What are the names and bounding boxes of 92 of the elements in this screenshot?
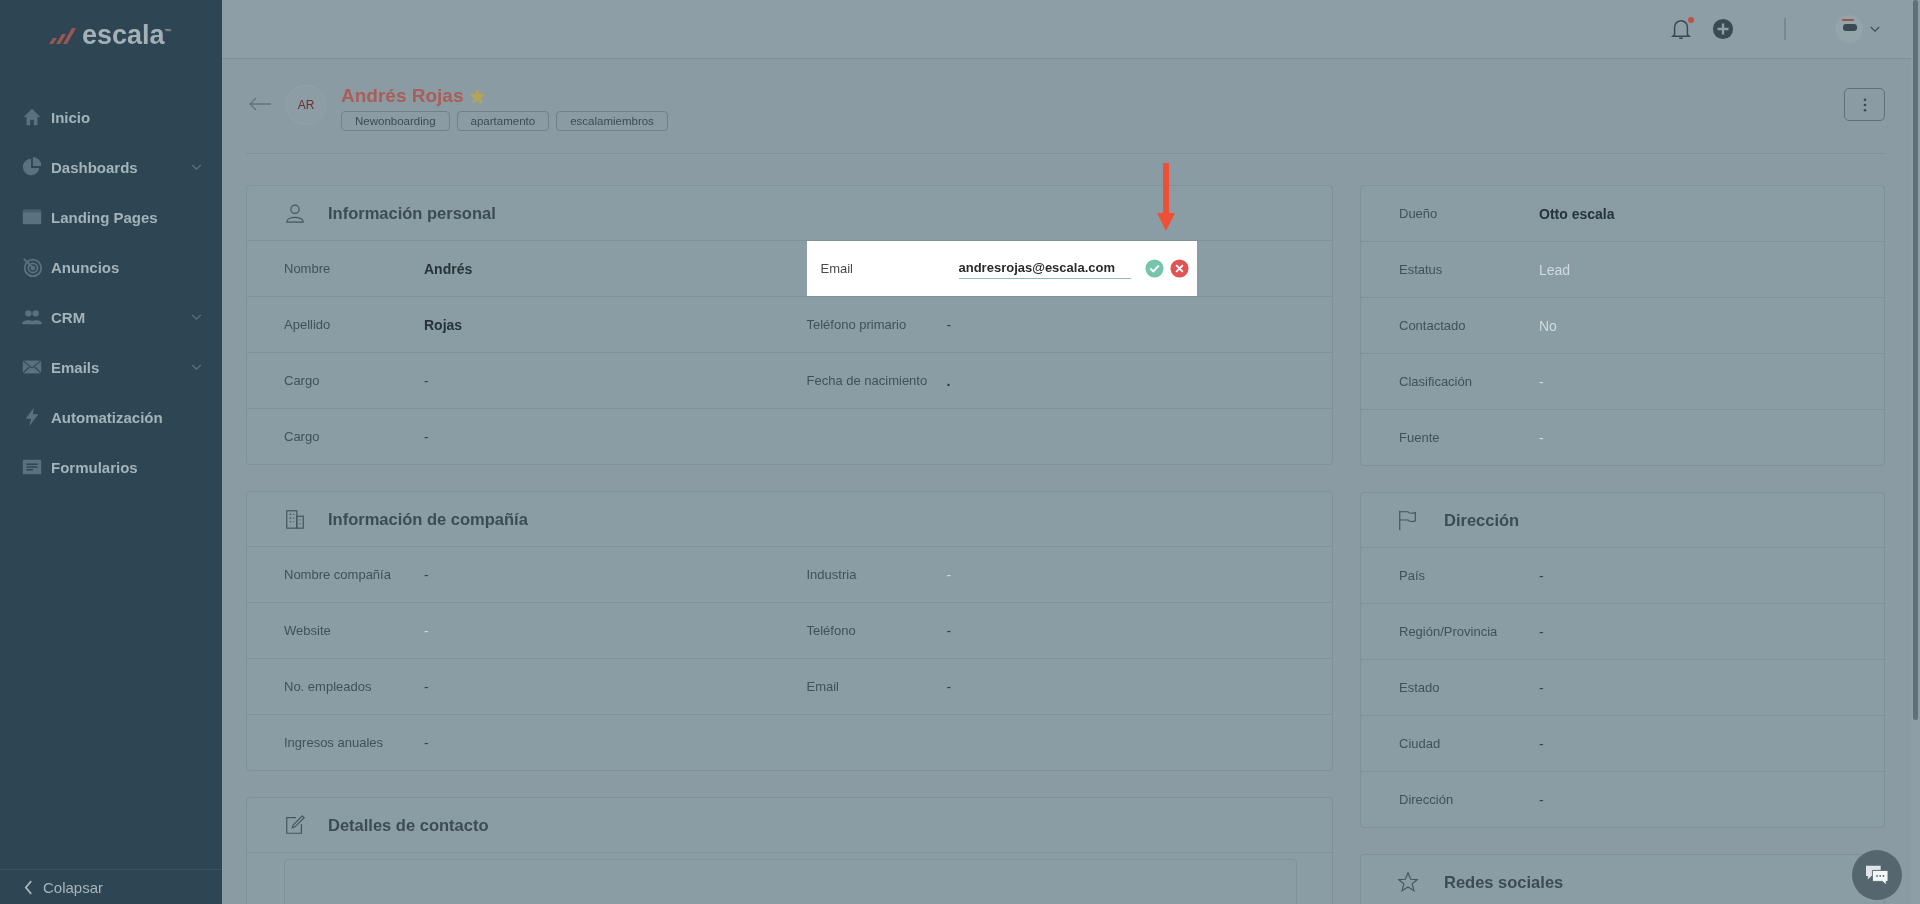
field-label: Apellido	[284, 317, 332, 332]
field-label: Clasificación	[1399, 374, 1473, 389]
bell-icon	[1670, 17, 1692, 41]
field-value: -	[424, 622, 429, 639]
chat-button[interactable]	[1852, 850, 1902, 900]
field-label: Industria	[806, 567, 858, 582]
card-title: Información de compañía	[328, 509, 528, 529]
field-label: Dirección	[1399, 792, 1455, 807]
field-label: Nombre	[284, 261, 332, 276]
field-value: -	[1539, 623, 1544, 640]
field-value: -	[1539, 735, 1544, 752]
chevron-down-icon	[1870, 25, 1880, 33]
field-value: -	[424, 678, 429, 695]
nav-item[interactable]: Inicio	[0, 92, 222, 142]
field-label: País	[1399, 568, 1426, 583]
avatar-icon	[1834, 14, 1864, 44]
field-label: Teléfono primario	[806, 317, 908, 332]
home-icon	[21, 106, 43, 128]
field-label: Ciudad	[1399, 736, 1442, 751]
field-value: No	[1539, 317, 1557, 334]
confirm-check-icon[interactable]	[1144, 258, 1164, 278]
field-label: Estado	[1399, 680, 1441, 695]
kebab-icon	[1862, 97, 1867, 112]
star-outline-icon	[1397, 871, 1419, 893]
flag-icon	[1397, 509, 1419, 531]
field-value: -	[946, 566, 952, 583]
field-value: Lead	[1539, 261, 1571, 278]
edit-icon	[284, 814, 306, 836]
chat-bubbles-icon	[1864, 864, 1890, 886]
field-value: -	[1539, 567, 1544, 584]
field-label: Fecha de nacimiento	[806, 373, 929, 388]
pointer-arrow	[1156, 162, 1175, 231]
logo-icon	[46, 25, 78, 45]
field-value: -	[1539, 679, 1544, 696]
field-label: Estatus	[1399, 262, 1444, 277]
nav-item[interactable]: Landing Pages	[0, 192, 222, 242]
nav-item[interactable]: Anuncios	[0, 242, 222, 292]
target-icon	[21, 256, 43, 278]
star-icon[interactable]	[469, 87, 487, 105]
field-label: No. empleados	[284, 679, 373, 694]
card-title: Información personal	[328, 203, 496, 223]
card-title: Redes sociales	[1444, 872, 1564, 892]
field-label: Cargo	[284, 373, 321, 388]
contact-name: Andrés Rojas	[341, 85, 464, 107]
collapse-button[interactable]: Colapsar	[0, 869, 222, 904]
more-options-button[interactable]	[1844, 88, 1885, 121]
field-value: -	[1539, 429, 1544, 446]
field-label: Website	[284, 623, 332, 638]
field-value: -	[424, 566, 429, 583]
field-value: -	[424, 734, 429, 751]
card-title: Dirección	[1444, 510, 1520, 530]
notifications-button[interactable]	[1670, 17, 1692, 41]
logo-text: escala$^{™}$	[82, 19, 172, 51]
field-label: Teléfono	[806, 623, 857, 638]
field-value: Otto escala	[1539, 205, 1615, 222]
field-label: Cargo	[284, 429, 321, 444]
field-value: -	[946, 622, 952, 639]
field-value: -	[1539, 373, 1544, 390]
nav-item[interactable]: Dashboards	[0, 142, 222, 192]
nav-item[interactable]: Emails	[0, 342, 222, 392]
person-icon	[284, 202, 306, 224]
field-label: Contactado	[1399, 318, 1467, 333]
field-value: -	[424, 372, 429, 389]
field-label: Email	[806, 679, 840, 694]
tag: apartamento	[456, 111, 550, 131]
field-label: Email	[820, 260, 854, 276]
building-icon	[284, 508, 306, 530]
nav-item[interactable]: Formularios	[0, 442, 222, 492]
field-value: Andrés	[424, 260, 473, 277]
scrollbar-thumb[interactable]	[1913, 0, 1918, 720]
field-label: Dueño	[1399, 206, 1439, 221]
field-label: Región/Provincia	[1399, 624, 1499, 639]
field-value: -	[424, 428, 429, 445]
field-label: Fuente	[1399, 430, 1441, 445]
nav-item[interactable]: CRM	[0, 292, 222, 342]
field-value: -	[1539, 791, 1544, 808]
field-label: Nombre compañía	[284, 567, 392, 582]
user-menu[interactable]	[1834, 14, 1880, 44]
tag: escalamiembros	[556, 111, 668, 131]
contact-avatar: AR	[286, 85, 326, 125]
nav-item[interactable]: Automatización	[0, 392, 222, 442]
card-title: Detalles de contacto	[328, 815, 489, 835]
field-label: Ingresos anuales	[284, 735, 384, 750]
field-value: Rojas	[424, 316, 463, 333]
add-button[interactable]	[1712, 18, 1734, 40]
tag: Newonboarding	[341, 111, 450, 131]
chevron-left-icon	[24, 879, 33, 895]
field-value: -	[946, 678, 952, 695]
field-value: .	[946, 372, 951, 389]
pie-chart-icon	[21, 156, 43, 178]
cancel-icon[interactable]	[1169, 258, 1189, 278]
field-value: -	[946, 316, 952, 333]
